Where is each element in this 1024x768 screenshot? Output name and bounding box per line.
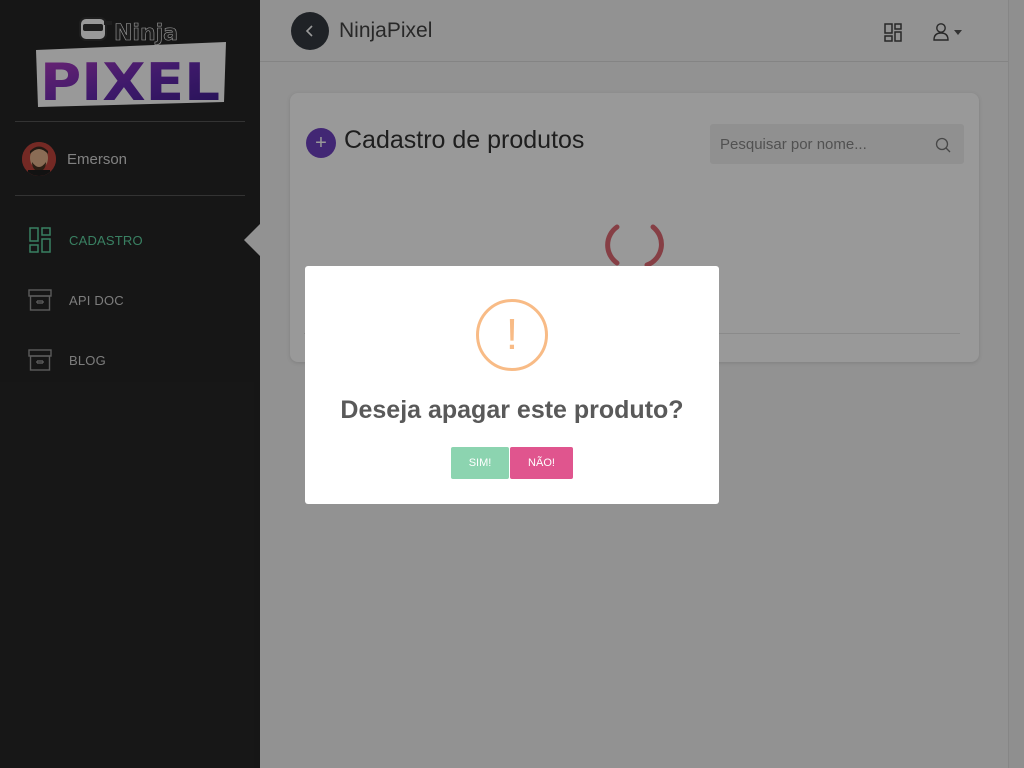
confirm-button[interactable]: SIM! (451, 447, 509, 479)
confirm-delete-dialog: ! Deseja apagar este produto? SIM! NÃO! (305, 266, 719, 504)
warning-icon: ! (476, 299, 548, 371)
dialog-title: Deseja apagar este produto? (340, 396, 684, 424)
cancel-button[interactable]: NÃO! (510, 447, 573, 479)
